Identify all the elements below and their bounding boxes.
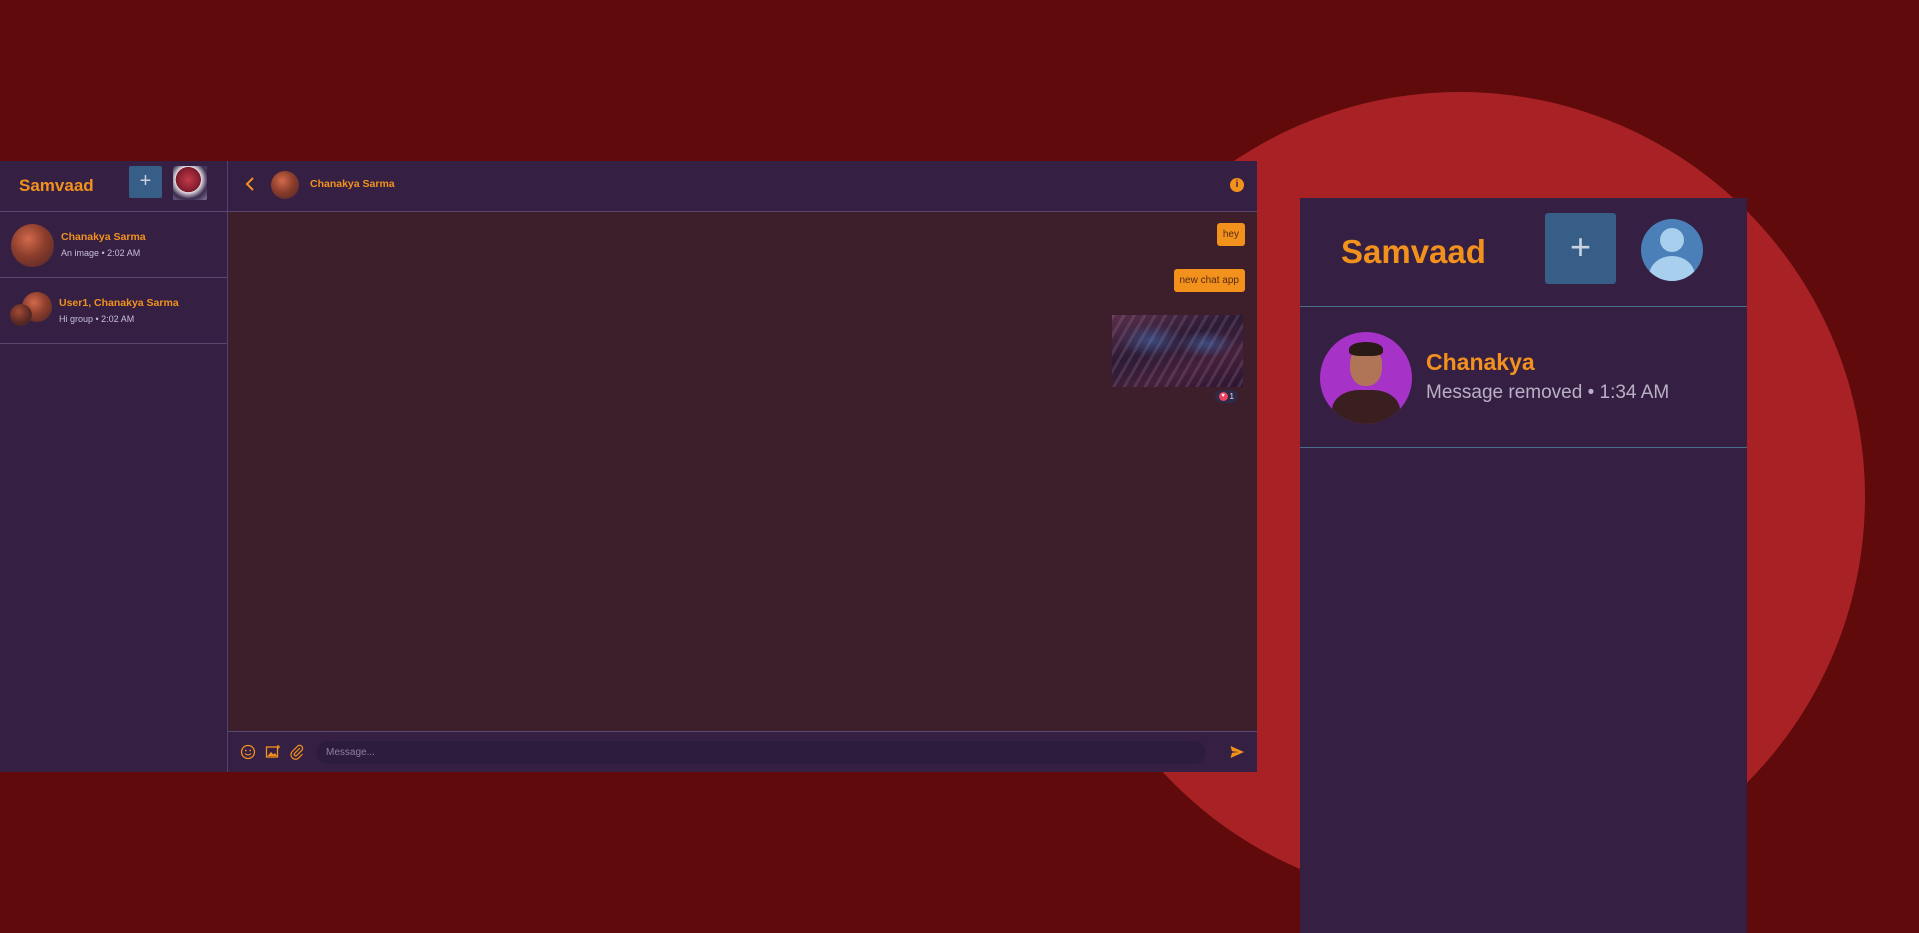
chevron-left-icon[interactable] bbox=[243, 176, 259, 192]
screen: Samvaad + Chanakya Sarma An image • 2:02… bbox=[0, 0, 1919, 933]
image-content bbox=[1112, 315, 1243, 387]
message-bubble[interactable]: new chat app bbox=[1173, 269, 1245, 292]
chat-list-item[interactable]: User1, Chanakya Sarma Hi group • 2:02 AM bbox=[0, 278, 227, 344]
chat-last-message: Message removed • 1:34 AM bbox=[1426, 382, 1670, 403]
group-avatar bbox=[10, 292, 52, 326]
profile-avatar[interactable] bbox=[173, 166, 207, 200]
emoji-icon[interactable] bbox=[240, 744, 256, 760]
image-icon[interactable] bbox=[265, 744, 281, 760]
app-brand: Samvaad bbox=[1341, 233, 1486, 270]
chat-last-message: Hi group • 2:02 AM bbox=[59, 314, 135, 324]
desktop-app: Samvaad + Chanakya Sarma An image • 2:02… bbox=[0, 161, 1257, 772]
attach-icon[interactable] bbox=[289, 744, 305, 760]
avatar bbox=[11, 224, 54, 267]
conversation-title: Chanakya Sarma bbox=[310, 178, 395, 190]
avatar bbox=[1320, 332, 1412, 424]
chat-last-message: An image • 2:02 AM bbox=[61, 248, 141, 258]
chat-name: Chanakya Sarma bbox=[61, 231, 146, 243]
mobile-header: Samvaad + bbox=[1300, 198, 1747, 307]
chat-list-item[interactable]: Chanakya Sarma An image • 2:02 AM bbox=[0, 212, 227, 278]
message-input[interactable] bbox=[316, 741, 1206, 764]
avatar-shirt bbox=[1332, 390, 1400, 424]
reaction-count: 1 bbox=[1229, 392, 1234, 401]
conversation-header: Chanakya Sarma i bbox=[228, 161, 1257, 212]
chat-name: Chanakya bbox=[1426, 349, 1535, 375]
message-list: hey new chat app ♥ 1 bbox=[228, 212, 1257, 731]
user-icon-body bbox=[1649, 256, 1695, 281]
chat-sidebar: Samvaad + Chanakya Sarma An image • 2:02… bbox=[0, 161, 228, 772]
avatar bbox=[10, 304, 32, 326]
sidebar-header: Samvaad + bbox=[0, 161, 227, 212]
mobile-app: Samvaad + Chanakya Message removed • 1:3… bbox=[1300, 198, 1747, 933]
new-chat-button[interactable]: + bbox=[129, 166, 162, 198]
info-icon[interactable]: i bbox=[1230, 178, 1244, 192]
image-message[interactable] bbox=[1112, 315, 1243, 387]
reaction-badge[interactable]: ♥ 1 bbox=[1214, 390, 1238, 403]
heart-icon: ♥ bbox=[1218, 392, 1228, 401]
conversation-panel: Chanakya Sarma i hey new chat app ♥ 1 bbox=[228, 161, 1257, 772]
message-composer bbox=[228, 731, 1257, 772]
app-brand: Samvaad bbox=[19, 176, 94, 195]
message-bubble[interactable]: hey bbox=[1216, 223, 1245, 246]
user-icon-head bbox=[1660, 228, 1684, 252]
new-chat-button[interactable]: + bbox=[1545, 213, 1616, 284]
avatar-hair bbox=[1349, 342, 1383, 356]
user-icon[interactable] bbox=[1641, 219, 1703, 281]
send-icon[interactable] bbox=[1229, 744, 1245, 760]
chat-list-item[interactable]: Chanakya Message removed • 1:34 AM bbox=[1300, 307, 1747, 448]
avatar[interactable] bbox=[271, 171, 299, 199]
chat-name: User1, Chanakya Sarma bbox=[59, 297, 179, 309]
